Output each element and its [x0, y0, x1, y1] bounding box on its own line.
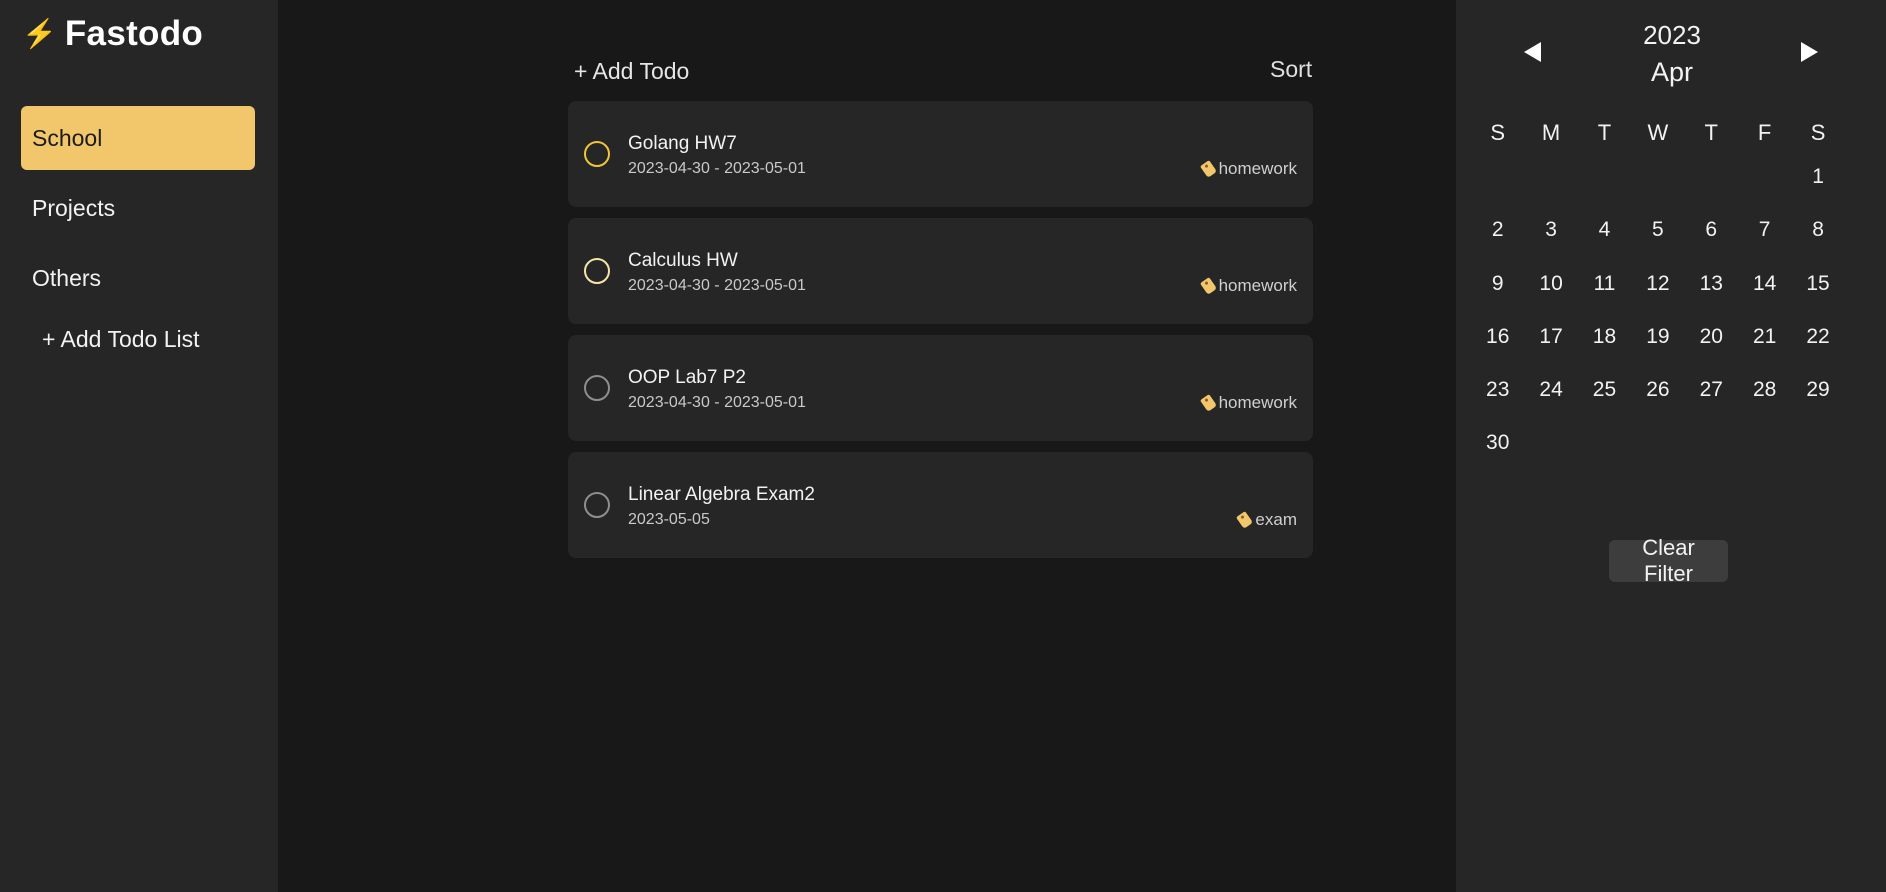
sidebar: ⚡ Fastodo School Projects Others + Add T… — [0, 0, 278, 892]
lightning-icon: ⚡ — [22, 18, 57, 49]
tag-icon — [1199, 277, 1217, 295]
sidebar-item-school[interactable]: School — [21, 106, 255, 170]
calendar-day[interactable]: 22 — [1791, 310, 1844, 363]
clear-filter-button[interactable]: Clear Filter — [1609, 535, 1728, 586]
app-brand: ⚡ Fastodo — [22, 12, 203, 56]
calendar-day[interactable]: 15 — [1791, 257, 1844, 310]
sort-button[interactable]: Sort — [1270, 56, 1312, 83]
calendar-day[interactable]: 25 — [1578, 363, 1631, 416]
tag-icon — [1236, 511, 1254, 529]
calendar-day[interactable]: 23 — [1471, 363, 1524, 416]
calendar-day[interactable]: 13 — [1685, 257, 1738, 310]
tag-label: homework — [1218, 159, 1297, 178]
tag-label: exam — [1255, 510, 1297, 529]
sidebar-item-label: Others — [32, 264, 102, 291]
todo-list: Golang HW7 2023-04-30 - 2023-05-01 homew… — [568, 101, 1313, 569]
calendar-day[interactable]: 30 — [1471, 416, 1524, 469]
todo-tag: homework — [1199, 393, 1297, 413]
calendar-blank-cell — [1524, 150, 1577, 203]
calendar-panel: 2023 Apr S M T W T F S 1 2 3 4 5 6 7 8 9 10 11 12 13… — [1456, 0, 1886, 892]
complete-toggle-circle-icon[interactable] — [584, 141, 610, 167]
calendar-day[interactable]: 11 — [1578, 257, 1631, 310]
todo-dates: 2023-05-05 — [628, 511, 710, 528]
calendar-day[interactable]: 24 — [1524, 363, 1577, 416]
calendar-day[interactable]: 3 — [1524, 203, 1577, 256]
add-todo-button[interactable]: + Add Todo — [574, 58, 689, 85]
tag-label: homework — [1218, 393, 1297, 412]
todo-dates: 2023-04-30 - 2023-05-01 — [628, 277, 806, 294]
todo-tag: homework — [1199, 276, 1297, 296]
calendar-day[interactable]: 14 — [1738, 257, 1791, 310]
tag-icon — [1199, 394, 1217, 412]
calendar-day[interactable]: 7 — [1738, 203, 1791, 256]
weekday-label: T — [1704, 120, 1718, 145]
calendar-day[interactable]: 10 — [1524, 257, 1577, 310]
sidebar-item-label: Projects — [32, 194, 116, 221]
calendar-day[interactable]: 20 — [1685, 310, 1738, 363]
calendar-day[interactable]: 27 — [1685, 363, 1738, 416]
calendar-day[interactable]: 1 — [1791, 150, 1844, 203]
calendar-blank-cell — [1685, 150, 1738, 203]
todo-item[interactable]: Calculus HW 2023-04-30 - 2023-05-01 home… — [568, 218, 1313, 324]
calendar-month: Apr — [1650, 57, 1694, 87]
sidebar-item-others[interactable]: Others — [21, 246, 255, 310]
calendar-blank-cell — [1471, 150, 1524, 203]
add-todo-list-button[interactable]: + Add Todo List — [42, 326, 200, 353]
calendar-day[interactable]: 29 — [1791, 363, 1844, 416]
todo-main: + Add Todo Sort Golang HW7 2023-04-30 - … — [278, 0, 1456, 892]
weekday-label: T — [1597, 120, 1612, 145]
todo-dates: 2023-04-30 - 2023-05-01 — [628, 394, 806, 411]
calendar-blank-cell — [1738, 150, 1791, 203]
calendar-day[interactable]: 8 — [1791, 203, 1844, 256]
calendar-day[interactable]: 9 — [1471, 257, 1524, 310]
calendar-day[interactable]: 26 — [1631, 363, 1684, 416]
weekday-label: M — [1541, 120, 1561, 145]
todo-dates: 2023-04-30 - 2023-05-01 — [628, 160, 806, 177]
tag-label: homework — [1218, 276, 1297, 295]
calendar-day[interactable]: 21 — [1738, 310, 1791, 363]
calendar-blank-cell — [1631, 150, 1684, 203]
calendar-day[interactable]: 6 — [1685, 203, 1738, 256]
calendar-blank-cell — [1578, 150, 1631, 203]
todo-title: Linear Algebra Exam2 — [628, 484, 815, 505]
calendar-year: 2023 — [1643, 20, 1701, 50]
todo-tag: exam — [1236, 510, 1297, 530]
weekday-label: S — [1810, 120, 1826, 145]
calendar-day[interactable]: 16 — [1471, 310, 1524, 363]
calendar-day[interactable]: 5 — [1631, 203, 1684, 256]
todo-title: Calculus HW — [628, 250, 738, 271]
todo-title: Golang HW7 — [628, 133, 737, 154]
calendar-grid: S M T W T F S 1 2 3 4 5 6 7 8 9 10 11 12 13 14 15 16 17 1… — [1471, 116, 1845, 470]
todo-title: OOP Lab7 P2 — [628, 367, 746, 388]
todo-lists-nav: School Projects Others — [21, 106, 255, 316]
tag-icon — [1199, 160, 1217, 178]
weekday-label: S — [1490, 120, 1506, 145]
calendar-day[interactable]: 4 — [1578, 203, 1631, 256]
todo-item[interactable]: Linear Algebra Exam2 2023-05-05 exam — [568, 452, 1313, 558]
calendar-day[interactable]: 17 — [1524, 310, 1577, 363]
complete-toggle-circle-icon[interactable] — [584, 258, 610, 284]
calendar-day[interactable]: 2 — [1471, 203, 1524, 256]
weekday-label: W — [1647, 120, 1669, 145]
calendar-day[interactable]: 19 — [1631, 310, 1684, 363]
complete-toggle-circle-icon[interactable] — [584, 375, 610, 401]
todo-tag: homework — [1199, 159, 1297, 179]
weekday-label: F — [1757, 120, 1772, 145]
sidebar-item-projects[interactable]: Projects — [21, 176, 255, 240]
triangle-right-icon[interactable] — [1801, 42, 1818, 62]
complete-toggle-circle-icon[interactable] — [584, 492, 610, 518]
todo-item[interactable]: OOP Lab7 P2 2023-04-30 - 2023-05-01 home… — [568, 335, 1313, 441]
todo-item[interactable]: Golang HW7 2023-04-30 - 2023-05-01 homew… — [568, 101, 1313, 207]
sidebar-item-label: School — [32, 124, 103, 151]
app-title: Fastodo — [64, 14, 204, 53]
calendar-day[interactable]: 28 — [1738, 363, 1791, 416]
calendar-day[interactable]: 18 — [1578, 310, 1631, 363]
calendar-day[interactable]: 12 — [1631, 257, 1684, 310]
